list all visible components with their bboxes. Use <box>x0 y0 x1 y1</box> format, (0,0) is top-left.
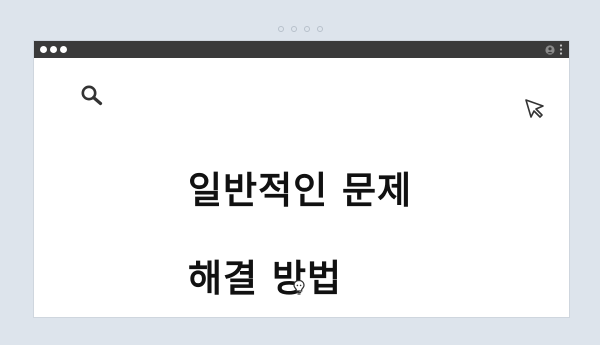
browser-window: 일반적인 문제 해결 방법 <box>34 41 569 317</box>
page-title: 일반적인 문제 해결 방법 <box>188 125 412 345</box>
minimize-dot[interactable] <box>50 46 57 53</box>
search-icon[interactable] <box>80 84 104 110</box>
window-controls <box>40 46 67 53</box>
page-indicator-dots <box>0 26 600 32</box>
window-content: 일반적인 문제 해결 방법 <box>34 58 569 317</box>
zoom-dot[interactable] <box>60 46 67 53</box>
title-line-1: 일반적인 문제 <box>188 169 413 212</box>
page-dot <box>303 26 310 32</box>
page-dot <box>316 26 323 32</box>
window-titlebar <box>34 41 569 58</box>
page-dot <box>290 26 297 32</box>
cursor-icon <box>524 98 546 124</box>
close-dot[interactable] <box>40 46 47 53</box>
titlebar-actions <box>545 44 563 55</box>
user-icon[interactable] <box>545 44 555 55</box>
vertical-ellipsis-icon[interactable] <box>559 44 563 55</box>
page-dot <box>277 26 284 32</box>
lightbulb-icon <box>292 279 306 299</box>
